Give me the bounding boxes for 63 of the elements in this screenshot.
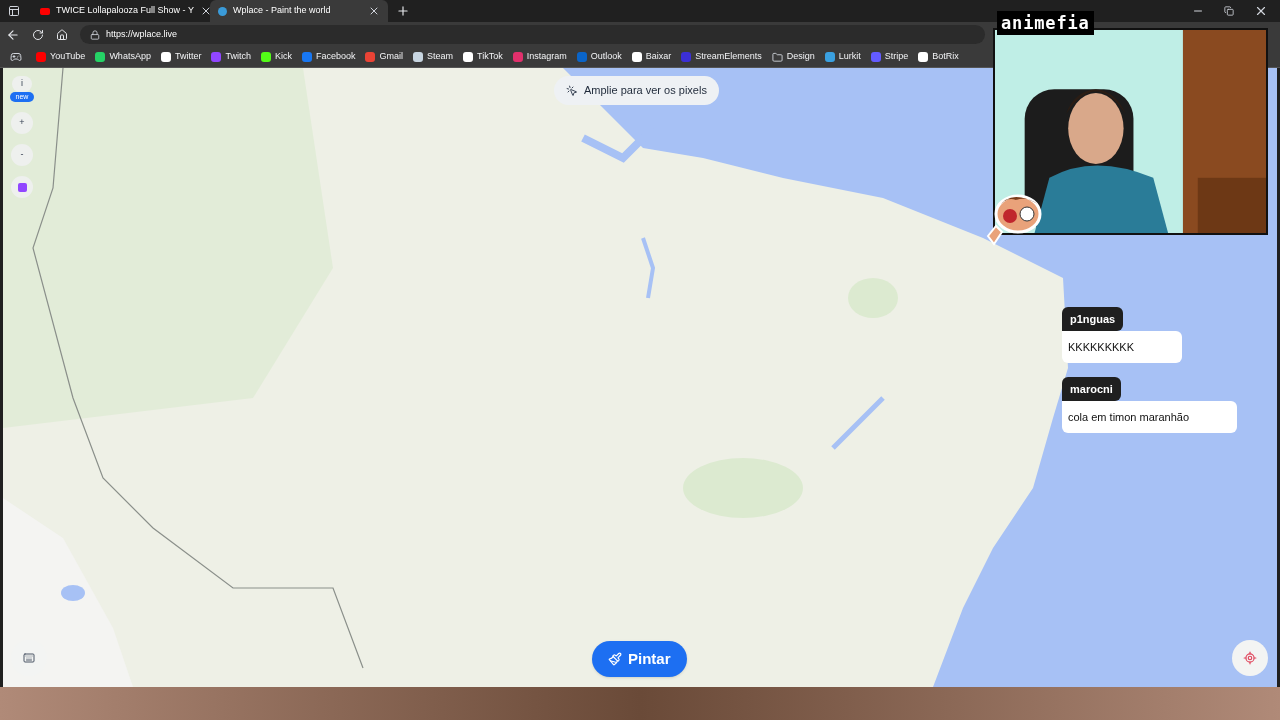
- bookmark-icon: [301, 52, 312, 62]
- bookmark[interactable]: Twitch: [211, 50, 251, 64]
- lock-icon: [90, 29, 100, 40]
- bookmark[interactable]: Outlook: [576, 50, 622, 64]
- bookmark-icon: [681, 52, 692, 62]
- bookmark[interactable]: BotRix: [918, 50, 959, 64]
- bookmark[interactable]: TikTok: [463, 50, 503, 64]
- stream-logo: animefia: [997, 11, 1094, 35]
- bookmark[interactable]: Steam: [413, 50, 453, 64]
- tab-title: Wplace - Paint the world: [233, 4, 332, 18]
- bookmark[interactable]: Stripe: [870, 50, 909, 64]
- bookmark-icon: [36, 52, 46, 62]
- back-icon[interactable]: [6, 27, 20, 42]
- bookmark-icon: [160, 52, 171, 62]
- bookmark[interactable]: WhatsApp: [95, 50, 151, 64]
- folder-icon: [771, 51, 783, 63]
- bookmark-icon: [95, 52, 106, 62]
- close-icon[interactable]: [1254, 4, 1268, 18]
- bookmark-icon: [576, 52, 587, 62]
- tab-actions-icon[interactable]: [8, 5, 20, 17]
- chat-username: p1nguas: [1062, 307, 1124, 331]
- bookmark[interactable]: Design: [771, 50, 815, 64]
- bookmark-icon: [918, 52, 929, 62]
- bookmark[interactable]: Instagram: [512, 50, 567, 64]
- bookmark-icon: [631, 52, 642, 62]
- chat-message: KKKKKKKKK: [1062, 331, 1183, 363]
- reload-icon[interactable]: [32, 28, 44, 41]
- bookmark[interactable]: Lurkit: [824, 50, 861, 64]
- chat-message: cola em timon maranhão: [1062, 401, 1238, 433]
- bookmark-icon: [463, 52, 473, 62]
- restore-icon[interactable]: [1224, 6, 1234, 16]
- chat-username: marocni: [1062, 377, 1121, 401]
- bookmark[interactable]: Facebook: [301, 50, 356, 64]
- bookmark-icon: [512, 52, 523, 62]
- bookmark[interactable]: StreamElements: [681, 50, 762, 64]
- brush-icon: [608, 652, 622, 666]
- bookmark-icon: [870, 52, 881, 62]
- zoom-hint: Amplie para ver os pixels: [554, 76, 719, 105]
- workspace-icon[interactable]: [10, 51, 22, 63]
- new-tab-icon[interactable]: [396, 4, 410, 18]
- close-icon[interactable]: [368, 5, 380, 17]
- browser-tab[interactable]: TWICE Lollapalooza Full Show - Y: [32, 0, 210, 22]
- bookmark[interactable]: YouTube: [36, 50, 86, 64]
- bookmark[interactable]: Gmail: [365, 50, 403, 64]
- pointer-click-icon: [566, 84, 578, 97]
- bookmark[interactable]: Baixar: [631, 50, 672, 64]
- bookmark[interactable]: Twitter: [160, 50, 202, 64]
- bookmark-icon: [211, 52, 222, 62]
- browser-tab[interactable]: Wplace - Paint the world: [210, 0, 388, 22]
- bookmark-icon: [413, 52, 423, 62]
- play-icon: [40, 7, 50, 15]
- paint-button[interactable]: Pintar: [592, 641, 687, 677]
- bookmark[interactable]: Kick: [260, 50, 292, 64]
- bookmark-icon: [260, 52, 271, 62]
- keyboard-icon: [23, 652, 35, 664]
- tab-title: TWICE Lollapalooza Full Show - Y: [56, 4, 194, 18]
- bookmark-icon: [365, 52, 376, 62]
- bookmark-icon: [824, 52, 835, 62]
- info-button[interactable]: i: [12, 76, 32, 92]
- address-field[interactable]: https://wplace.live: [80, 25, 985, 44]
- home-icon[interactable]: [56, 28, 68, 41]
- globe-icon: [218, 6, 227, 16]
- locate-icon: [1243, 651, 1257, 665]
